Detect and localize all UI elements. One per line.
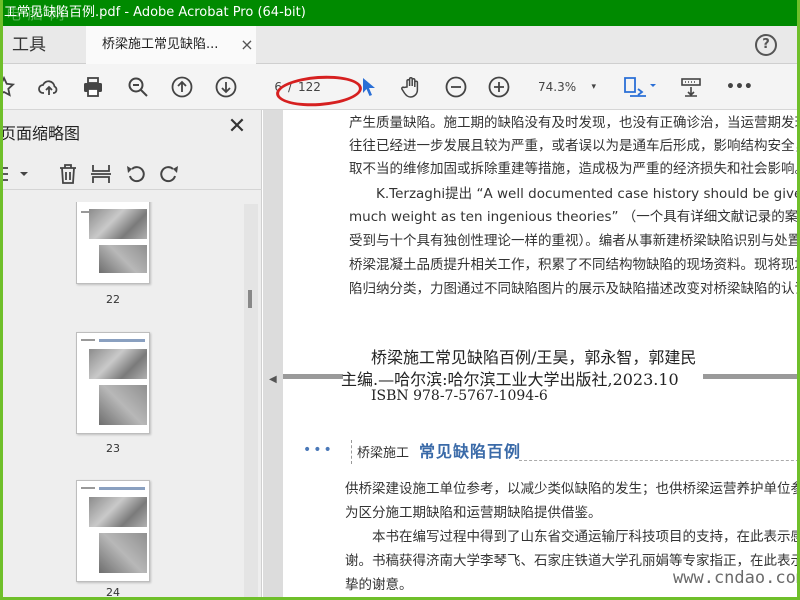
screenshot-frame <box>0 0 800 600</box>
